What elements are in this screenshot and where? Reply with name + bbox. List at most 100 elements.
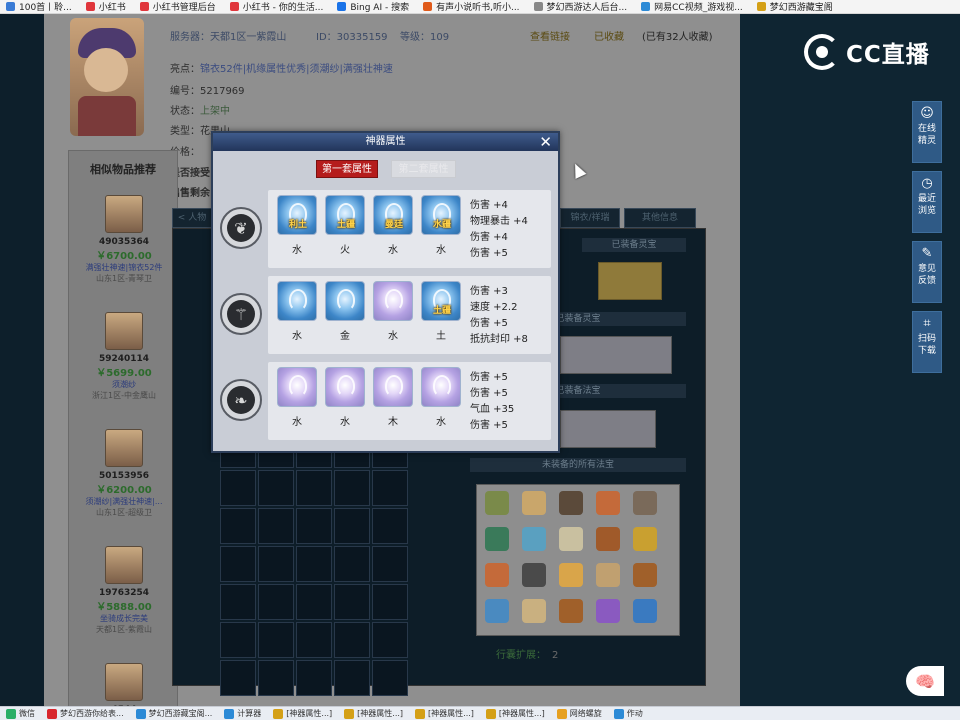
inventory-slot[interactable]: [258, 584, 294, 620]
bookmark-item[interactable]: 网易CC视频_游戏视...: [635, 0, 751, 13]
spirit-gem-icon[interactable]: [325, 281, 365, 321]
similar-item[interactable]: 19763254 ￥5888.00 坐骑成长完美 天都1区-紫霞山: [69, 546, 179, 635]
taskbar-app[interactable]: 梦幻西游藏宝阁...: [130, 707, 219, 720]
treasure-item-icon[interactable]: [633, 491, 657, 515]
treasure-item-icon[interactable]: [559, 563, 583, 587]
treasure-item-icon[interactable]: [559, 527, 583, 551]
similar-item[interactable]: 50153956 ￥6200.00 须潮纱|满强壮神速|... 山东1区-超级卫: [69, 429, 179, 518]
similar-item-avatar[interactable]: [105, 195, 143, 233]
inventory-slot[interactable]: [220, 470, 256, 506]
inventory-slot[interactable]: [258, 622, 294, 658]
inventory-slot[interactable]: [334, 660, 370, 696]
inventory-slot[interactable]: [296, 584, 332, 620]
taskbar-app[interactable]: 作动: [608, 707, 649, 720]
bookmark-item[interactable]: 小红书: [80, 0, 134, 13]
similar-item-desc[interactable]: 须潮纱|满强壮神速|...: [69, 496, 179, 507]
treasure-item-icon[interactable]: [633, 563, 657, 587]
bookmark-item[interactable]: 100首丨聆...: [0, 0, 80, 13]
treasure-item-icon[interactable]: [559, 599, 583, 623]
inventory-slot[interactable]: [258, 470, 294, 506]
treasure-item-icon[interactable]: [522, 527, 546, 551]
treasure-item-icon[interactable]: [596, 527, 620, 551]
collected-link[interactable]: 已收藏: [594, 28, 624, 43]
spirit-gem-icon[interactable]: 水疆: [421, 195, 461, 235]
inventory-slot[interactable]: [258, 546, 294, 582]
treasure-item-icon[interactable]: [522, 491, 546, 515]
inventory-slot[interactable]: [220, 660, 256, 696]
taskbar-app[interactable]: 网络螺旋: [551, 707, 608, 720]
treasure-item-icon[interactable]: [596, 491, 620, 515]
similar-item[interactable]: 49035364 ￥6700.00 满强壮神速|锦衣52件 山东1区-青琴卫: [69, 195, 179, 284]
spirit-gem-icon[interactable]: 土疆: [421, 281, 461, 321]
spirit-gem-icon[interactable]: [373, 281, 413, 321]
view-link[interactable]: 查看链接: [530, 28, 570, 43]
inventory-slot[interactable]: [372, 470, 408, 506]
inventory-slot[interactable]: [372, 622, 408, 658]
inventory-slot[interactable]: [334, 470, 370, 506]
spirit-gem-icon[interactable]: 土疆: [325, 195, 365, 235]
treasure-item-icon[interactable]: [633, 599, 657, 623]
spirit-gem-icon[interactable]: [373, 367, 413, 407]
bookmark-item[interactable]: 小红书管理后台: [134, 0, 224, 13]
inventory-slot[interactable]: [296, 660, 332, 696]
similar-item[interactable]: 59240114 ￥5699.00 须潮纱 浙江1区-中金鹰山: [69, 312, 179, 401]
bookmark-item[interactable]: 小红书 - 你的生活...: [224, 0, 332, 13]
similar-item-avatar[interactable]: [105, 663, 143, 701]
spirit-item-1[interactable]: [598, 262, 662, 300]
bookmark-item[interactable]: Bing AI - 搜索: [331, 0, 417, 13]
spirit-gem-icon[interactable]: [277, 367, 317, 407]
leaf-weapon-icon[interactable]: ❧: [220, 379, 262, 421]
similar-item-desc[interactable]: 须潮纱: [69, 379, 179, 390]
inventory-slot[interactable]: [258, 508, 294, 544]
close-icon[interactable]: ✕: [539, 134, 552, 150]
similar-item-desc[interactable]: 坐骑成长完美: [69, 613, 179, 624]
treasure-item-icon[interactable]: [596, 563, 620, 587]
tab-other-info[interactable]: 其他信息: [624, 208, 696, 228]
bookmark-item[interactable]: 梦幻西游达人后台...: [528, 0, 636, 13]
inventory-slot[interactable]: [372, 584, 408, 620]
sidebar-button-edit[interactable]: ✎ 意见 反馈: [912, 241, 942, 303]
sidebar-button-mascot[interactable]: ☺ 在线 精灵: [912, 101, 942, 163]
inventory-slot[interactable]: [220, 508, 256, 544]
taskbar-app[interactable]: [神器属性...]: [480, 707, 551, 720]
inventory-slot[interactable]: [334, 546, 370, 582]
treasure-item-icon[interactable]: [633, 527, 657, 551]
spirit-gem-icon[interactable]: 利土: [277, 195, 317, 235]
sidebar-button-clock[interactable]: ◷ 最近 浏览: [912, 171, 942, 233]
inventory-slot[interactable]: [334, 584, 370, 620]
floating-assistant-icon[interactable]: 🧠: [906, 666, 944, 696]
staff-weapon-icon[interactable]: ⚚: [220, 293, 262, 335]
taskbar-app[interactable]: 计算器: [218, 707, 267, 720]
spirit-gem-icon[interactable]: [421, 367, 461, 407]
similar-item-avatar[interactable]: [105, 429, 143, 467]
tab-role[interactable]: < 人物: [172, 208, 212, 228]
inventory-slot[interactable]: [296, 470, 332, 506]
treasure-slot[interactable]: [560, 410, 656, 448]
inventory-slot[interactable]: [372, 508, 408, 544]
tab-outfits[interactable]: 锦衣/祥瑞: [560, 208, 620, 228]
inventory-slot[interactable]: [372, 546, 408, 582]
taskbar-app[interactable]: [神器属性...]: [409, 707, 480, 720]
inventory-slot[interactable]: [296, 546, 332, 582]
inventory-slot[interactable]: [334, 622, 370, 658]
similar-item[interactable]: 4544￥5888.00: [69, 663, 179, 706]
inventory-slot[interactable]: [220, 622, 256, 658]
sidebar-button-scan[interactable]: ⌗ 扫码 下载: [912, 311, 942, 373]
tab-set-1[interactable]: 第一套属性: [316, 160, 378, 178]
spirit-gem-icon[interactable]: [277, 281, 317, 321]
taskbar-app[interactable]: 微信: [0, 707, 41, 720]
similar-item-avatar[interactable]: [105, 546, 143, 584]
treasure-item-icon[interactable]: [485, 491, 509, 515]
similar-item-desc[interactable]: 满强壮神速|锦衣52件: [69, 262, 179, 273]
inventory-slot[interactable]: [334, 508, 370, 544]
inventory-slot[interactable]: [296, 508, 332, 544]
inventory-slot[interactable]: [220, 546, 256, 582]
tab-set-2[interactable]: 第二套属性: [391, 160, 456, 178]
treasure-item-icon[interactable]: [485, 599, 509, 623]
bookmark-item[interactable]: 梦幻西游藏宝阁: [751, 0, 841, 13]
taskbar-app[interactable]: [神器属性...]: [338, 707, 409, 720]
taskbar-app[interactable]: [神器属性...]: [267, 707, 338, 720]
treasure-item-icon[interactable]: [485, 563, 509, 587]
spirit-gem-icon[interactable]: [325, 367, 365, 407]
claw-weapon-icon[interactable]: ❦: [220, 207, 262, 249]
